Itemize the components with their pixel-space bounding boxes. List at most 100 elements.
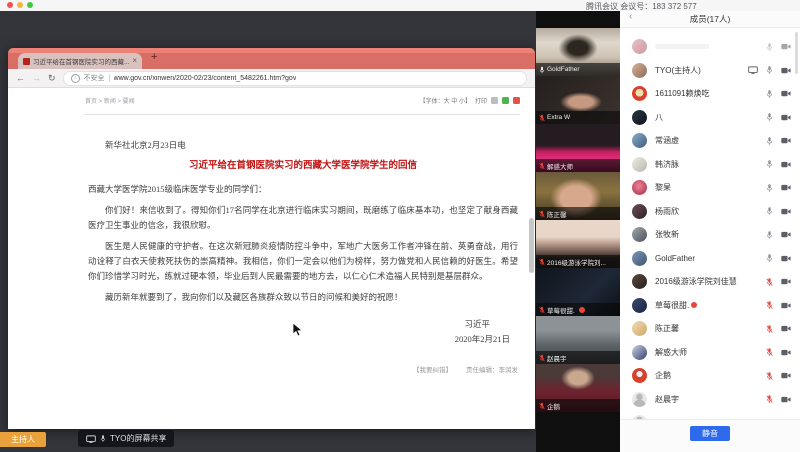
member-name: TYO(主持人) xyxy=(655,65,701,76)
mic-icon[interactable] xyxy=(766,65,773,75)
member-name: 陈正馨 xyxy=(655,323,679,334)
screen-share-icon xyxy=(86,435,96,443)
minimize-window-button[interactable] xyxy=(17,2,23,8)
mic-icon[interactable] xyxy=(766,394,773,404)
camera-icon[interactable] xyxy=(781,231,791,238)
member-row[interactable]: 2016级游泳学院刘佳慧 xyxy=(620,270,800,294)
back-icon[interactable]: ← xyxy=(16,74,25,83)
mic-icon[interactable] xyxy=(766,159,773,169)
video-tile[interactable]: 企鹅 xyxy=(536,364,620,412)
avatar xyxy=(632,86,647,101)
avatar xyxy=(632,321,647,336)
members-scrollbar[interactable] xyxy=(795,32,798,74)
refresh-icon[interactable]: ↻ xyxy=(48,74,56,83)
member-row[interactable]: 八 xyxy=(620,106,800,130)
browser-tab[interactable]: 习近平给在首钢医院实习的西藏... × xyxy=(18,53,142,69)
zoom-window-button[interactable] xyxy=(27,2,33,8)
separator xyxy=(109,74,110,82)
avatar xyxy=(632,298,647,313)
member-row[interactable]: 陈正馨 xyxy=(620,317,800,341)
member-row[interactable]: 杨雨欣 xyxy=(620,200,800,224)
font-size-tools[interactable]: 【字体：大 中 小】 xyxy=(420,96,471,105)
new-tab-button[interactable]: + xyxy=(151,51,157,63)
webpage: 首页 > 新闻 > 要闻 【字体：大 中 小】 打印 新华社北京2月23日电 习… xyxy=(8,88,535,429)
forward-icon[interactable]: → xyxy=(32,74,41,83)
members-title: 成员(17人) xyxy=(690,13,731,25)
member-controls xyxy=(766,42,791,52)
camera-icon[interactable] xyxy=(781,372,791,379)
camera-icon[interactable] xyxy=(781,90,791,97)
mic-icon[interactable] xyxy=(766,277,773,287)
url-text: www.gov.cn/xinwen/2020-02/23/content_548… xyxy=(114,75,297,82)
camera-icon[interactable] xyxy=(781,325,791,332)
camera-icon[interactable] xyxy=(781,43,791,50)
camera-icon[interactable] xyxy=(781,278,791,285)
avatar xyxy=(632,157,647,172)
screen-share-indicator[interactable]: TYO的屏幕共享 xyxy=(78,430,174,447)
mic-icon[interactable] xyxy=(766,324,773,334)
page-scrollbar[interactable] xyxy=(529,218,534,273)
correction-link[interactable]: 【我要纠错】 xyxy=(413,363,452,378)
mic-icon[interactable] xyxy=(766,183,773,193)
video-tile[interactable]: 陈正馨 xyxy=(536,172,620,220)
breadcrumb[interactable]: 首页 > 新闻 > 要闻 xyxy=(85,96,135,105)
member-row[interactable]: 1611091赖焕吃 xyxy=(620,82,800,106)
member-row[interactable]: 常涵虚 xyxy=(620,129,800,153)
member-row[interactable]: 企鹅 xyxy=(620,364,800,388)
member-row[interactable]: 黎杲 xyxy=(620,176,800,200)
member-row[interactable]: 解惑大师 xyxy=(620,341,800,365)
member-controls xyxy=(766,136,791,146)
video-tile[interactable]: 草莓很甜. xyxy=(536,268,620,316)
wechat-share-icon[interactable] xyxy=(502,97,509,104)
camera-icon[interactable] xyxy=(781,302,791,309)
video-tile[interactable]: GoldFather xyxy=(536,28,620,76)
member-row[interactable]: GoldFather xyxy=(620,247,800,271)
chevron-back-icon[interactable]: ‹ xyxy=(629,12,632,22)
print-link[interactable]: 打印 xyxy=(475,96,487,105)
mic-icon[interactable] xyxy=(766,136,773,146)
camera-icon[interactable] xyxy=(781,137,791,144)
members-panel: ‹ 成员(17人) TYO(主持人) 1611091赖焕吃 xyxy=(620,10,800,452)
video-tile[interactable]: 2016级游泳学院刘... xyxy=(536,220,620,268)
member-name: 八 xyxy=(655,112,663,123)
member-row[interactable] xyxy=(620,35,800,59)
camera-icon[interactable] xyxy=(781,67,791,74)
mic-icon[interactable] xyxy=(766,89,773,99)
titlebar: 腾讯会议 会议号：183 372 577 xyxy=(0,0,800,11)
participant-name: 解惑大师 xyxy=(547,161,573,171)
mic-icon[interactable] xyxy=(766,206,773,216)
video-tile[interactable]: Extra W xyxy=(536,76,620,124)
member-row[interactable]: 张牧新 xyxy=(620,223,800,247)
member-row[interactable]: 草莓很甜. xyxy=(620,294,800,318)
participant-name: 赵晨宇 xyxy=(547,353,567,363)
address-bar[interactable]: i 不安全 www.gov.cn/xinwen/2020-02/23/conte… xyxy=(63,71,527,86)
weibo-share-icon[interactable] xyxy=(513,97,520,104)
member-name: 张牧新 xyxy=(655,229,679,240)
avatar xyxy=(632,133,647,148)
mute-all-button[interactable]: 静音 xyxy=(690,426,730,441)
camera-icon[interactable] xyxy=(781,349,791,356)
info-icon[interactable]: i xyxy=(71,74,80,83)
camera-icon[interactable] xyxy=(781,161,791,168)
member-row[interactable]: 韩济脉 xyxy=(620,153,800,177)
close-tab-icon[interactable]: × xyxy=(132,57,137,65)
member-name: 2016级游泳学院刘佳慧 xyxy=(655,276,737,287)
video-tile[interactable]: 赵晨宇 xyxy=(536,316,620,364)
video-tile[interactable]: 解惑大师 xyxy=(536,124,620,172)
mic-icon[interactable] xyxy=(766,230,773,240)
mic-icon[interactable] xyxy=(766,253,773,263)
mic-icon[interactable] xyxy=(766,112,773,122)
share-icon[interactable] xyxy=(491,97,498,104)
camera-icon[interactable] xyxy=(781,255,791,262)
mic-icon[interactable] xyxy=(766,300,773,310)
close-window-button[interactable] xyxy=(7,2,13,8)
mic-icon[interactable] xyxy=(766,371,773,381)
camera-icon[interactable] xyxy=(781,208,791,215)
member-row[interactable]: 赵晨宇 xyxy=(620,388,800,412)
camera-icon[interactable] xyxy=(781,184,791,191)
mic-icon[interactable] xyxy=(766,347,773,357)
mic-icon[interactable] xyxy=(766,42,773,52)
member-row[interactable]: TYO(主持人) xyxy=(620,59,800,83)
camera-icon[interactable] xyxy=(781,114,791,121)
camera-icon[interactable] xyxy=(781,396,791,403)
